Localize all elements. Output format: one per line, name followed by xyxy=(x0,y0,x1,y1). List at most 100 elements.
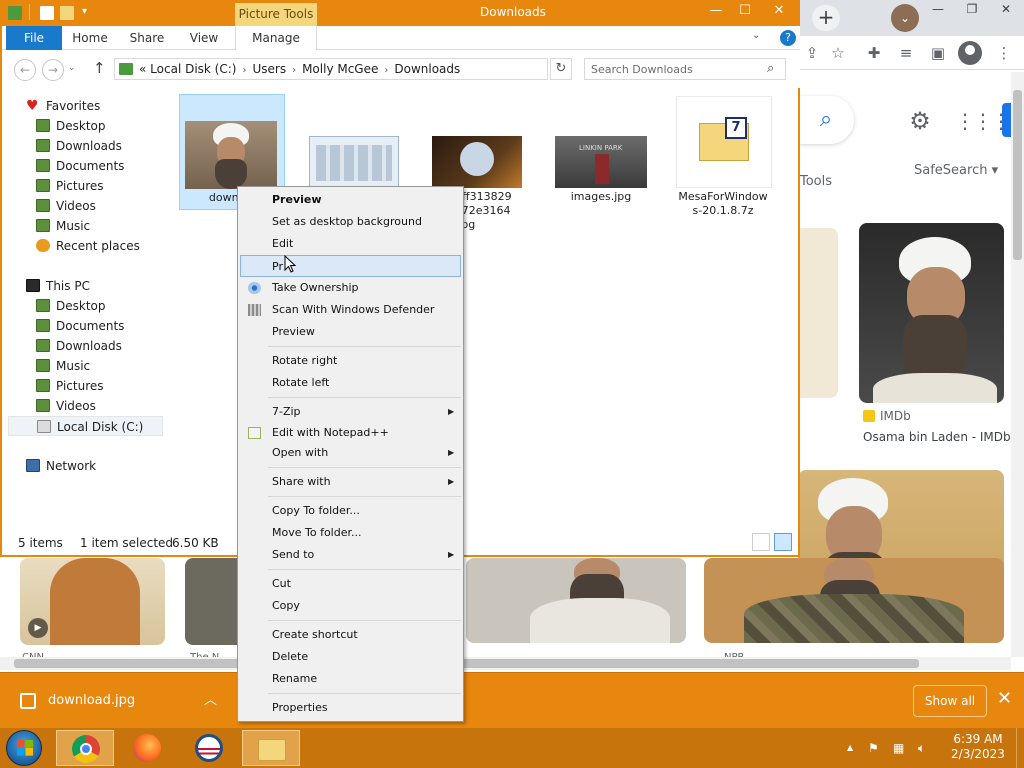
breadcrumb-item[interactable]: Local Disk (C:) xyxy=(150,62,236,76)
properties-icon[interactable] xyxy=(40,6,54,20)
chrome-restore-button[interactable]: ❐ xyxy=(955,0,989,18)
nav-network[interactable]: Network xyxy=(26,456,146,476)
minimize-button[interactable]: — xyxy=(700,0,732,22)
nav-item-recent-places[interactable]: Recent places xyxy=(36,236,156,256)
explorer-app-icon[interactable] xyxy=(8,6,22,20)
tab-search-icon[interactable]: ⌄ xyxy=(891,4,919,32)
menu-item-edit[interactable]: Edit xyxy=(240,233,461,255)
breadcrumb-item[interactable]: Molly McGee xyxy=(302,62,378,76)
menu-item-take-ownership[interactable]: Take Ownership xyxy=(240,277,461,299)
nav-item-documents[interactable]: Documents xyxy=(36,156,146,176)
taskbar-firefox[interactable] xyxy=(118,730,176,766)
nav-item-music[interactable]: Music xyxy=(36,216,146,236)
video-play-icon[interactable]: ▶ xyxy=(28,618,48,638)
image-result[interactable] xyxy=(185,558,245,645)
profile-avatar[interactable] xyxy=(958,41,982,65)
google-search-icon[interactable]: ⌕ xyxy=(798,96,854,144)
share-icon[interactable]: ⇪ xyxy=(800,42,824,64)
show-hidden-icons[interactable]: ▲ xyxy=(847,728,853,768)
menu-item-scan-defender[interactable]: Scan With Windows Defender xyxy=(240,299,461,321)
menu-item-rotate-left[interactable]: Rotate left xyxy=(240,372,461,394)
image-result[interactable] xyxy=(859,223,1004,403)
maximize-button[interactable]: ☐ xyxy=(729,0,761,22)
tab-home[interactable]: Home xyxy=(68,26,112,50)
nav-item-desktop[interactable]: Desktop xyxy=(36,116,146,136)
menu-item-open-with[interactable]: Open with ▶ xyxy=(240,442,461,464)
menu-item-move-to-folder[interactable]: Move To folder... xyxy=(240,522,461,544)
nav-item-downloads[interactable]: Downloads xyxy=(36,136,146,156)
image-result[interactable] xyxy=(466,558,686,643)
menu-item-preview[interactable]: Preview xyxy=(240,189,461,211)
taskbar-file-explorer[interactable] xyxy=(242,730,300,766)
bookmark-star-icon[interactable]: ☆ xyxy=(826,42,850,64)
image-result[interactable]: ▶ xyxy=(20,558,165,645)
menu-item-preview[interactable]: Preview xyxy=(240,321,461,343)
nav-item-videos[interactable]: Videos xyxy=(36,396,146,416)
taskbar-chrome[interactable] xyxy=(56,730,114,766)
vertical-scrollbar[interactable] xyxy=(1011,72,1024,657)
close-icon[interactable]: ✕ xyxy=(997,688,1012,709)
recent-locations-icon[interactable]: ⌄ xyxy=(68,63,76,73)
large-icons-view-icon[interactable] xyxy=(774,533,792,551)
menu-item-print[interactable]: Pr xyxy=(240,255,461,277)
safesearch-dropdown[interactable]: SafeSearch ▾ xyxy=(914,163,998,178)
breadcrumb-overflow[interactable]: « xyxy=(139,62,146,76)
up-arrow-icon[interactable]: ↑ xyxy=(93,59,106,77)
show-desktop-button[interactable] xyxy=(1016,728,1024,768)
tab-view[interactable]: View xyxy=(182,26,226,50)
tab-manage[interactable]: Manage xyxy=(235,26,317,50)
menu-item-edit-notepadpp[interactable]: Edit with Notepad++ xyxy=(240,422,461,444)
tab-share[interactable]: Share xyxy=(124,26,170,50)
address-bar[interactable]: « Local Disk (C:) › Users › Molly McGee › Down… xyxy=(114,58,653,80)
image-result[interactable] xyxy=(798,228,838,398)
back-button[interactable]: ← xyxy=(14,59,36,81)
nav-item-pictures[interactable]: Pictures xyxy=(36,376,146,396)
forward-button[interactable]: → xyxy=(42,59,64,81)
image-title[interactable]: Osama bin Laden - IMDb xyxy=(863,430,1011,444)
menu-item-cut[interactable]: Cut xyxy=(240,573,461,595)
new-tab-button[interactable]: + xyxy=(812,5,840,31)
nav-item-local-disk[interactable]: Local Disk (C:) xyxy=(8,416,163,436)
menu-item-7zip[interactable]: 7-Zip ▶ xyxy=(240,401,461,423)
gear-icon[interactable]: ⚙ xyxy=(905,106,935,136)
chrome-minimize-button[interactable]: — xyxy=(921,0,955,18)
download-item-name[interactable]: download.jpg xyxy=(48,693,135,708)
scrollbar-thumb[interactable] xyxy=(14,659,919,668)
search-icon[interactable]: ⌕ xyxy=(767,61,774,76)
chrome-menu-icon[interactable]: ⋮ xyxy=(992,42,1016,64)
tools-tab[interactable]: Tools xyxy=(800,174,832,189)
nav-favorites[interactable]: ♥ Favorites xyxy=(26,96,146,116)
nav-item-pictures[interactable]: Pictures xyxy=(36,176,146,196)
nav-item-documents[interactable]: Documents xyxy=(36,316,146,336)
menu-item-copy-to-folder[interactable]: Copy To folder... xyxy=(240,500,461,522)
system-clock[interactable]: 6:39 AM 2/3/2023 xyxy=(948,732,1008,762)
menu-item-rotate-right[interactable]: Rotate right xyxy=(240,350,461,372)
search-input[interactable] xyxy=(591,62,761,77)
file-item[interactable]: 7 MesaForWindow s-20.1.8.7z xyxy=(672,94,774,217)
nav-item-downloads[interactable]: Downloads xyxy=(36,336,146,356)
action-center-flag-icon[interactable]: ⚑ xyxy=(868,728,879,768)
nav-item-videos[interactable]: Videos xyxy=(36,196,146,216)
menu-item-copy[interactable]: Copy xyxy=(240,595,461,617)
menu-item-set-desktop-background[interactable]: Set as desktop background xyxy=(240,211,461,233)
horizontal-scrollbar[interactable] xyxy=(0,657,1011,670)
side-panel-icon[interactable]: ▣ xyxy=(926,42,950,64)
apps-grid-icon[interactable]: ⋮⋮⋮ xyxy=(955,106,1011,136)
network-tray-icon[interactable]: ▦ xyxy=(893,728,904,768)
close-button[interactable]: ✕ xyxy=(758,0,800,22)
chevron-up-icon[interactable]: ︿ xyxy=(204,689,217,708)
reading-list-icon[interactable]: ≡ xyxy=(894,42,918,64)
refresh-button[interactable]: ↻ xyxy=(550,58,572,80)
chrome-close-button[interactable]: ✕ xyxy=(989,0,1023,18)
file-item[interactable]: LINKIN PARK images.jpg xyxy=(548,94,654,210)
breadcrumb-item[interactable]: Users xyxy=(252,62,286,76)
menu-item-rename[interactable]: Rename xyxy=(240,668,461,690)
new-folder-icon[interactable] xyxy=(60,6,74,20)
chevron-down-icon[interactable]: ⌄ xyxy=(752,30,760,41)
nav-this-pc[interactable]: This PC xyxy=(26,276,146,296)
menu-item-share-with[interactable]: Share with ▶ xyxy=(240,471,461,493)
help-icon[interactable]: ? xyxy=(780,30,796,46)
breadcrumb-item[interactable]: Downloads xyxy=(394,62,460,76)
show-all-button[interactable]: Show all xyxy=(913,685,987,717)
menu-item-send-to[interactable]: Send to ▶ xyxy=(240,544,461,566)
